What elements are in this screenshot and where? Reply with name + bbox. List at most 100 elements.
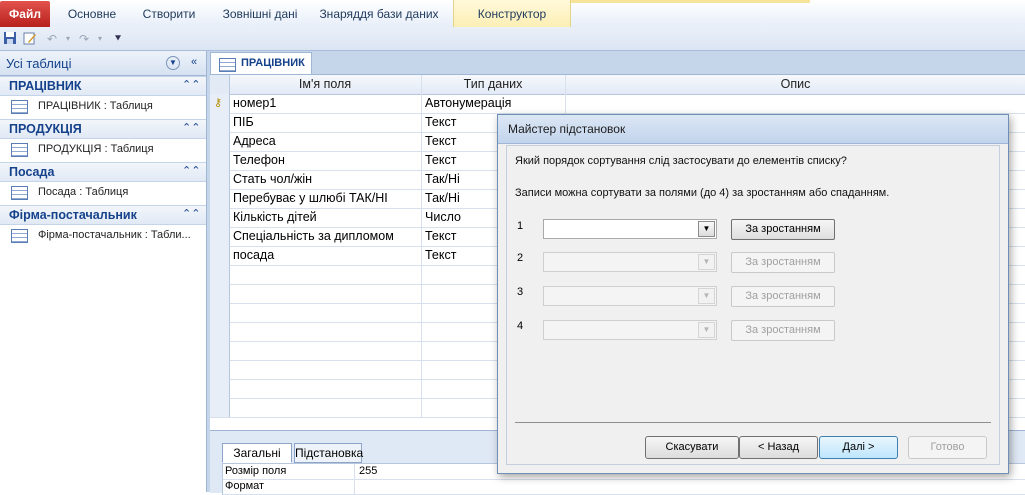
row-selector[interactable] bbox=[210, 398, 230, 417]
data-type-cell[interactable]: Текст bbox=[425, 134, 456, 148]
sort-field-select-1[interactable]: ▼ bbox=[543, 219, 717, 239]
nav-group-header[interactable]: Фірма-постачальник ⌃⌃ bbox=[0, 205, 206, 225]
row-selector[interactable] bbox=[210, 189, 230, 208]
table-icon bbox=[11, 186, 28, 200]
row-selector[interactable] bbox=[210, 113, 230, 132]
undo-icon[interactable]: ↶ bbox=[44, 31, 60, 47]
nav-menu-chevron-icon[interactable]: ▼ bbox=[166, 56, 180, 70]
field-name-cell[interactable]: Телефон bbox=[233, 153, 285, 167]
field-name-cell[interactable]: Перебуває у шлюбі ТАК/НІ bbox=[233, 191, 388, 205]
edit-icon[interactable] bbox=[22, 31, 38, 47]
sort-field-select-3[interactable]: ▼ bbox=[543, 286, 717, 306]
nav-group-header[interactable]: ПРОДУКЦІЯ ⌃⌃ bbox=[0, 119, 206, 139]
nav-item-table[interactable]: Посада : Таблиця bbox=[0, 181, 206, 205]
tab-database-tools[interactable]: Знаряддя бази даних bbox=[314, 0, 444, 27]
column-header-data-type[interactable]: Тип даних bbox=[422, 77, 564, 91]
undo-dropdown-icon[interactable]: ▾ bbox=[60, 31, 76, 47]
data-type-cell[interactable]: Так/Ні bbox=[425, 172, 460, 186]
data-type-cell[interactable]: Текст bbox=[425, 115, 456, 129]
dropdown-arrow-icon[interactable]: ▼ bbox=[698, 288, 715, 304]
row-selector[interactable] bbox=[210, 132, 230, 151]
sort-order-button-2[interactable]: За зростанням bbox=[731, 252, 835, 273]
property-name: Формат bbox=[225, 480, 265, 492]
row-selector[interactable] bbox=[210, 208, 230, 227]
collapse-group-icon[interactable]: ⌃⌃ bbox=[182, 78, 200, 91]
row-selector[interactable] bbox=[210, 360, 230, 379]
navigation-pane-title[interactable]: Усі таблиці bbox=[6, 56, 71, 71]
row-selector[interactable] bbox=[210, 303, 230, 322]
sort-field-select-4[interactable]: ▼ bbox=[543, 320, 717, 340]
property-row[interactable]: Формат bbox=[223, 479, 1025, 495]
field-name-cell[interactable]: Спеціальність за дипломом bbox=[233, 229, 394, 243]
nav-item-table[interactable]: ПРОДУКЦІЯ : Таблиця bbox=[0, 138, 206, 162]
data-type-cell[interactable]: Число bbox=[425, 210, 461, 224]
dropdown-arrow-icon[interactable]: ▼ bbox=[698, 221, 715, 237]
field-name-cell[interactable]: посада bbox=[233, 248, 274, 262]
collapse-group-icon[interactable]: ⌃⌃ bbox=[182, 164, 200, 177]
nav-item-label: Фірма-постачальник : Табли... bbox=[38, 229, 191, 241]
tab-general[interactable]: Загальні bbox=[222, 443, 292, 463]
data-type-cell[interactable]: Текст bbox=[425, 229, 456, 243]
next-button[interactable]: Далі > bbox=[819, 436, 898, 459]
row-selector[interactable] bbox=[210, 246, 230, 265]
navigation-pane: Усі таблиці ▼ « ПРАЦІВНИК ⌃⌃ ПРАЦІВНИК :… bbox=[0, 51, 207, 492]
nav-group-header[interactable]: Посада ⌃⌃ bbox=[0, 162, 206, 182]
sort-order-button-3[interactable]: За зростанням bbox=[731, 286, 835, 307]
collapse-group-icon[interactable]: ⌃⌃ bbox=[182, 207, 200, 220]
redo-icon[interactable]: ↷ bbox=[76, 31, 92, 47]
finish-button[interactable]: Готово bbox=[908, 436, 987, 459]
field-name-cell[interactable]: Кількість дітей bbox=[233, 210, 317, 224]
dialog-separator bbox=[515, 422, 991, 423]
back-button[interactable]: < Назад bbox=[739, 436, 818, 459]
row-selector[interactable] bbox=[210, 265, 230, 284]
field-name-cell[interactable]: Адреса bbox=[233, 134, 276, 148]
row-selector[interactable] bbox=[210, 284, 230, 303]
row-selector[interactable] bbox=[210, 341, 230, 360]
field-name-cell[interactable]: ПІБ bbox=[233, 115, 254, 129]
column-header-description[interactable]: Опис bbox=[566, 77, 1025, 91]
cancel-button[interactable]: Скасувати bbox=[645, 436, 739, 459]
field-name-cell[interactable]: Стать чол/жін bbox=[233, 172, 312, 186]
dialog-title: Майстер підстановок bbox=[508, 122, 626, 136]
document-tab[interactable]: ПРАЦІВНИК bbox=[210, 52, 312, 75]
tab-create[interactable]: Створити bbox=[133, 0, 205, 27]
row-selector[interactable]: ⚷ bbox=[210, 94, 230, 113]
table-row[interactable]: ⚷ номер1 Автонумерація bbox=[210, 94, 1025, 114]
nav-group-title: Фірма-постачальник bbox=[9, 208, 137, 222]
collapse-group-icon[interactable]: ⌃⌃ bbox=[182, 121, 200, 134]
dialog-titlebar[interactable]: Майстер підстановок bbox=[498, 115, 1008, 144]
sort-order-button-1[interactable]: За зростанням bbox=[731, 219, 835, 240]
property-name: Розмір поля bbox=[225, 465, 287, 477]
save-icon[interactable] bbox=[2, 31, 18, 47]
data-type-cell[interactable]: Текст bbox=[425, 153, 456, 167]
field-name-cell[interactable]: номер1 bbox=[233, 96, 276, 110]
nav-group-title: ПРАЦІВНИК bbox=[9, 79, 82, 93]
customize-toolbar-icon[interactable]: ⯆ bbox=[110, 31, 126, 47]
select-all-cell[interactable] bbox=[210, 75, 230, 94]
file-tab[interactable]: Файл bbox=[0, 1, 50, 27]
tab-external-data[interactable]: Зовнішні дані bbox=[212, 0, 308, 27]
dropdown-arrow-icon[interactable]: ▼ bbox=[698, 322, 715, 338]
row-selector[interactable] bbox=[210, 322, 230, 341]
nav-group-header[interactable]: ПРАЦІВНИК ⌃⌃ bbox=[0, 76, 206, 96]
tab-home[interactable]: Основне bbox=[58, 0, 126, 27]
tab-lookup[interactable]: Підстановка bbox=[294, 443, 363, 463]
row-selector[interactable] bbox=[210, 170, 230, 189]
dropdown-arrow-icon[interactable]: ▼ bbox=[698, 254, 715, 270]
data-type-cell[interactable]: Автонумерація bbox=[425, 96, 511, 110]
grid-header: Ім'я поля Тип даних Опис bbox=[210, 75, 1025, 95]
column-header-field-name[interactable]: Ім'я поля bbox=[230, 77, 420, 91]
tab-design[interactable]: Конструктор bbox=[453, 0, 571, 27]
nav-item-table[interactable]: ПРАЦІВНИК : Таблиця bbox=[0, 95, 206, 119]
data-type-cell[interactable]: Так/Ні bbox=[425, 191, 460, 205]
collapse-pane-icon[interactable]: « bbox=[186, 55, 202, 71]
row-selector[interactable] bbox=[210, 151, 230, 170]
sort-order-button-4[interactable]: За зростанням bbox=[731, 320, 835, 341]
nav-item-table[interactable]: Фірма-постачальник : Табли... bbox=[0, 224, 206, 248]
data-type-cell[interactable]: Текст bbox=[425, 248, 456, 262]
row-selector[interactable] bbox=[210, 379, 230, 398]
row-selector[interactable] bbox=[210, 227, 230, 246]
redo-dropdown-icon[interactable]: ▾ bbox=[92, 31, 108, 47]
sort-field-select-2[interactable]: ▼ bbox=[543, 252, 717, 272]
quick-access-toolbar: ↶ ▾ ↷ ▾ ⯆ bbox=[0, 27, 1025, 51]
